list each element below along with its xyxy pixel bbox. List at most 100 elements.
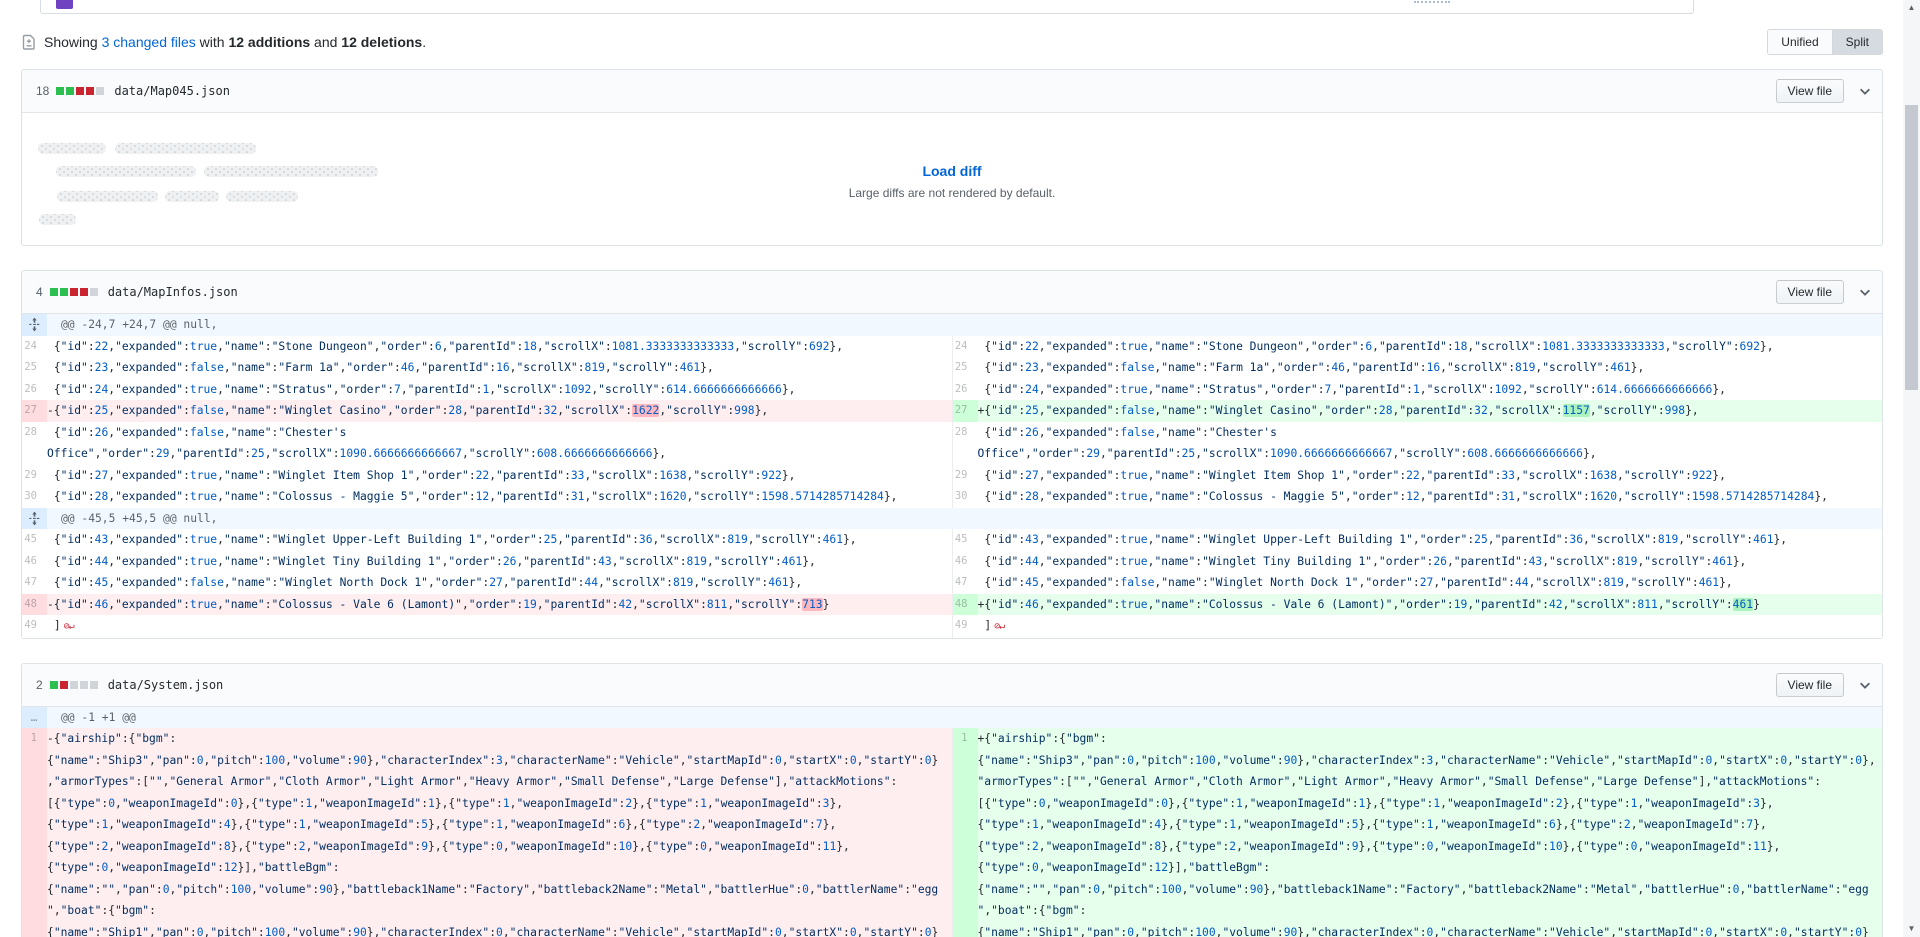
line-number-left[interactable]: 28: [22, 422, 47, 465]
placeholder-block: [56, 166, 196, 177]
summary-text: Showing 3 changed files with 12 addition…: [44, 34, 426, 50]
line-number-left[interactable]: 30: [22, 486, 47, 508]
deletions-count: 12 deletions: [341, 34, 422, 50]
diffstat-block-del: [76, 87, 84, 95]
code-line-left: {"id":26,"expanded":false,"name":"Cheste…: [47, 422, 952, 465]
summary-prefix: Showing: [44, 34, 98, 50]
code-line-left: ]⊘↵: [47, 615, 952, 638]
line-number-right[interactable]: 48: [953, 594, 978, 616]
line-number-right[interactable]: 25: [953, 357, 978, 379]
code-line-left: {"id":23,"expanded":false,"name":"Farm 1…: [47, 357, 952, 379]
collapsed-diff-placeholder: Load diff Large diffs are not rendered b…: [22, 113, 1882, 245]
diff-line-row: 48-{"id":46,"expanded":true,"name":"Colo…: [22, 594, 1882, 616]
file-path-link[interactable]: data/MapInfos.json: [108, 285, 238, 299]
file-card-mapinfos: 4 data/MapInfos.json View file @@ -24,7 …: [21, 270, 1883, 639]
line-number-left[interactable]: 29: [22, 465, 47, 487]
scroll-up-arrow[interactable]: ▲: [1903, 0, 1920, 16]
code-line-right: ]⊘↵: [978, 615, 1883, 638]
changed-word-highlight: 461: [1733, 598, 1753, 611]
line-number-right[interactable]: 24: [953, 336, 978, 358]
expand-hunk-button[interactable]: …: [22, 707, 47, 729]
diff-line-row: 30 {"id":28,"expanded":true,"name":"Colo…: [22, 486, 1882, 508]
code-line-right: {"id":45,"expanded":false,"name":"Wingle…: [978, 572, 1883, 594]
diffstat-block-add: [50, 288, 58, 296]
diff-line-row: 26 {"id":24,"expanded":true,"name":"Stra…: [22, 379, 1882, 401]
line-number-right[interactable]: 29: [953, 465, 978, 487]
view-file-button[interactable]: View file: [1776, 280, 1844, 304]
file-options-chevron-button[interactable]: [1858, 84, 1872, 98]
line-number-right[interactable]: 1: [953, 728, 978, 937]
diffstat-count: 2: [36, 678, 43, 692]
line-number-right[interactable]: 27: [953, 400, 978, 422]
page-scrollbar[interactable]: ▲ ▼: [1903, 0, 1920, 937]
code-line-right: {"id":43,"expanded":true,"name":"Winglet…: [978, 529, 1883, 551]
changed-word-highlight: 713: [802, 598, 822, 611]
scrollbar-thumb[interactable]: [1905, 105, 1918, 390]
code-line-right: +{"id":25,"expanded":false,"name":"Wingl…: [978, 400, 1883, 422]
line-number-right[interactable]: 28: [953, 422, 978, 465]
code-line-left: -{"airship":{"bgm": {"name":"Ship3","pan…: [47, 728, 952, 937]
file-path-link[interactable]: data/System.json: [108, 678, 224, 692]
diff-line-row: 27-{"id":25,"expanded":false,"name":"Win…: [22, 400, 1882, 422]
diffstat-block-neutral: [96, 87, 104, 95]
file-options-chevron-button[interactable]: [1858, 678, 1872, 692]
line-number-right[interactable]: 47: [953, 572, 978, 594]
unified-view-button[interactable]: Unified: [1768, 30, 1831, 54]
unfold-icon: [29, 317, 40, 332]
line-number-left[interactable]: 26: [22, 379, 47, 401]
diffstat-block-neutral: [90, 681, 98, 689]
diffstat-block-neutral: [90, 288, 98, 296]
view-file-button[interactable]: View file: [1776, 673, 1844, 697]
scroll-down-arrow[interactable]: ▼: [1903, 921, 1920, 937]
hunk-row: @@ -45,5 +45,5 @@ null,: [22, 508, 1882, 530]
line-number-left[interactable]: 27: [22, 400, 47, 422]
code-line-left: {"id":24,"expanded":true,"name":"Stratus…: [47, 379, 952, 401]
hunk-header: @@ -1 +1 @@: [47, 707, 1882, 729]
line-number-left[interactable]: 25: [22, 357, 47, 379]
split-view-button[interactable]: Split: [1832, 30, 1882, 54]
view-file-button[interactable]: View file: [1776, 79, 1844, 103]
diff-line-row: 45 {"id":43,"expanded":true,"name":"Wing…: [22, 529, 1882, 551]
diff-line-row: 47 {"id":45,"expanded":false,"name":"Win…: [22, 572, 1882, 594]
line-number-left[interactable]: 48: [22, 594, 47, 616]
additions-count: 12 additions: [228, 34, 310, 50]
expand-hunk-button[interactable]: [22, 508, 47, 530]
code-line-right: {"id":44,"expanded":true,"name":"Winglet…: [978, 551, 1883, 573]
line-number-right[interactable]: 46: [953, 551, 978, 573]
pull-request-icon: [56, 0, 73, 9]
chevron-down-icon: [1858, 285, 1872, 299]
file-card-map045: 18 data/Map045.json View file Load diff …: [21, 69, 1883, 246]
hunk-ellipsis-icon: …: [31, 707, 39, 729]
hunk-header: @@ -45,5 +45,5 @@ null,: [47, 508, 1882, 530]
line-number-left[interactable]: 49: [22, 615, 47, 638]
placeholder-block: [38, 143, 106, 154]
expand-hunk-button[interactable]: [22, 314, 47, 336]
pull-request-files-page: Showing 3 changed files with 12 addition…: [0, 0, 1920, 937]
code-line-right: {"id":23,"expanded":false,"name":"Farm 1…: [978, 357, 1883, 379]
line-number-left[interactable]: 45: [22, 529, 47, 551]
line-number-right[interactable]: 26: [953, 379, 978, 401]
cut-off-timeline-box: [40, 0, 1694, 14]
diffstat-blocks: [56, 87, 106, 95]
line-number-right[interactable]: 45: [953, 529, 978, 551]
file-path-link[interactable]: data/Map045.json: [114, 84, 230, 98]
placeholder-block: [226, 191, 298, 202]
code-line-right: {"id":27,"expanded":true,"name":"Winglet…: [978, 465, 1883, 487]
load-diff-link[interactable]: Load diff: [922, 163, 981, 179]
hunk-row: … @@ -1 +1 @@: [22, 707, 1882, 729]
line-number-left[interactable]: 24: [22, 336, 47, 358]
line-number-right[interactable]: 30: [953, 486, 978, 508]
code-line-left: {"id":28,"expanded":true,"name":"Colossu…: [47, 486, 952, 508]
line-number-left[interactable]: 47: [22, 572, 47, 594]
changed-files-link[interactable]: 3 changed files: [102, 34, 196, 50]
diff-line-row: 46 {"id":44,"expanded":true,"name":"Wing…: [22, 551, 1882, 573]
line-number-left[interactable]: 1: [22, 728, 47, 937]
code-line-left: {"id":27,"expanded":true,"name":"Winglet…: [47, 465, 952, 487]
diffstat-block-del: [60, 681, 68, 689]
file-options-chevron-button[interactable]: [1858, 285, 1872, 299]
line-number-right[interactable]: 49: [953, 615, 978, 638]
placeholder-block: [165, 191, 219, 202]
chevron-down-icon: [1858, 84, 1872, 98]
line-number-left[interactable]: 46: [22, 551, 47, 573]
diff-line-row: 1-{"airship":{"bgm": {"name":"Ship3","pa…: [22, 728, 1882, 937]
